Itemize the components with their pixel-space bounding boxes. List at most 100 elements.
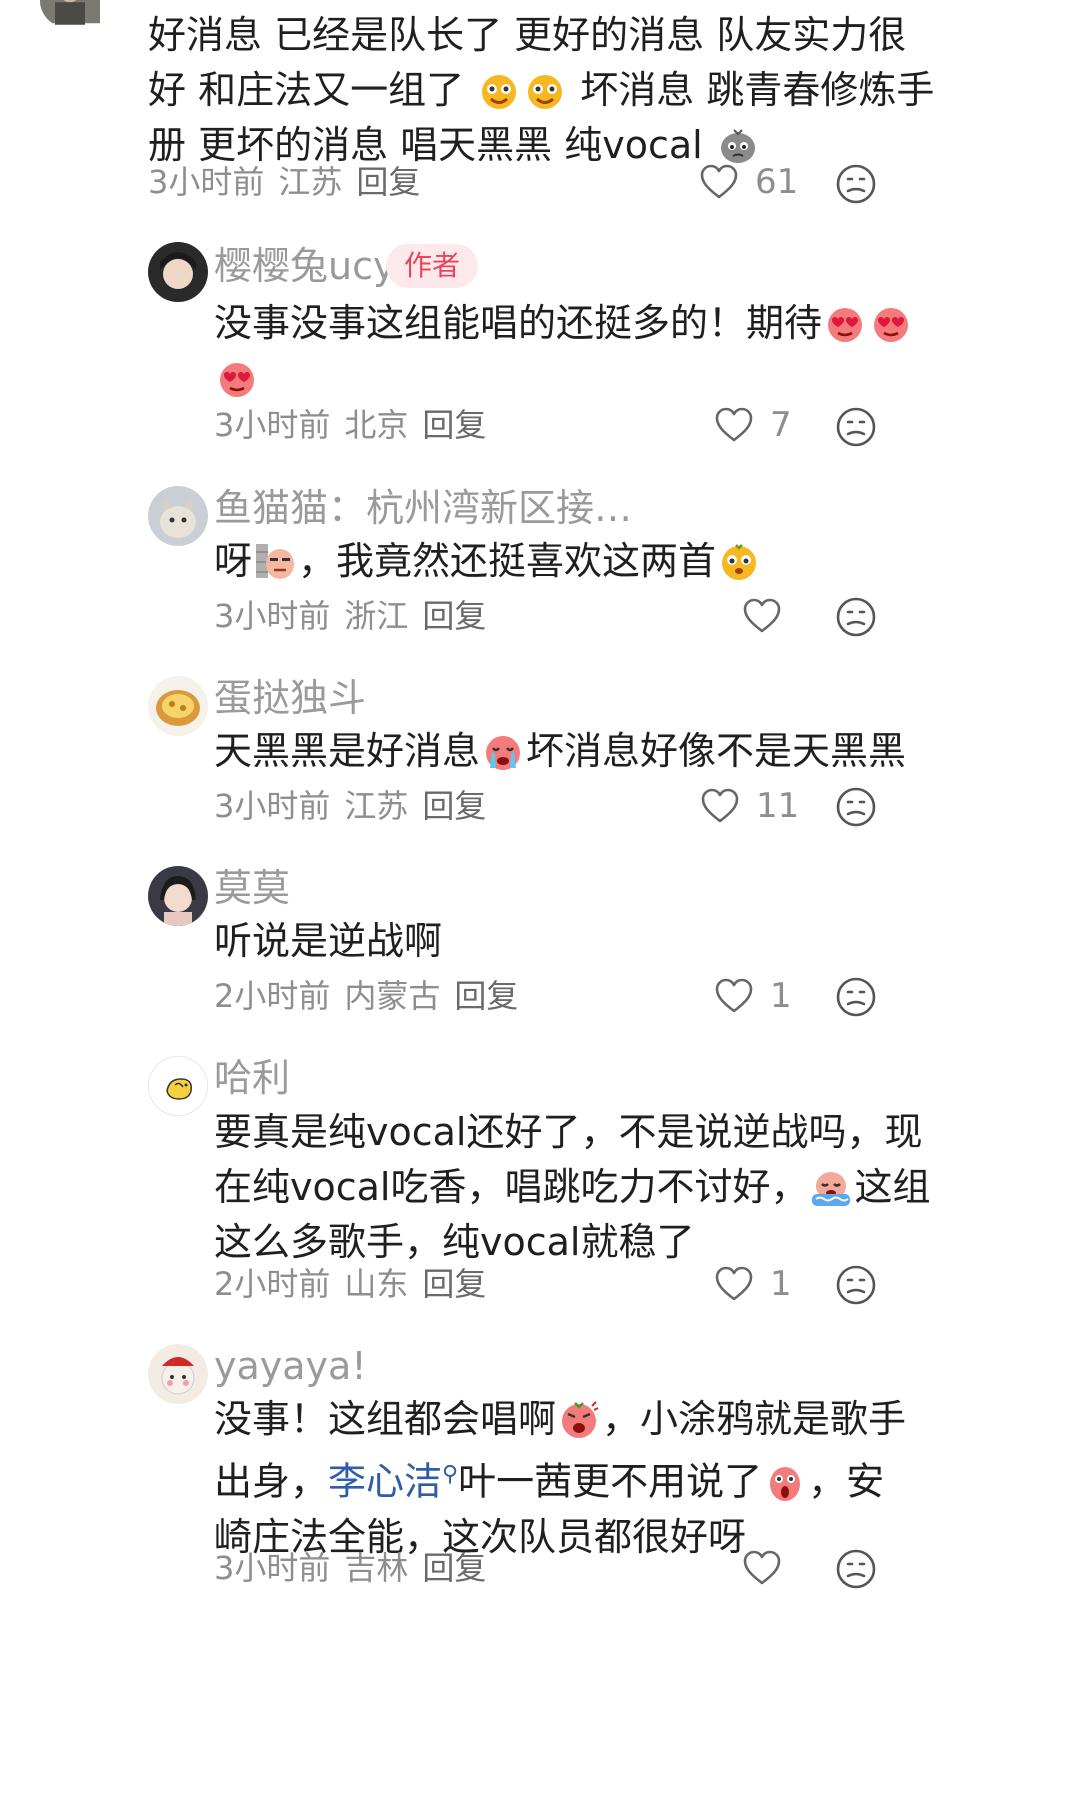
comment-text-segment: 没事没事这组能唱的还挺多的！期待 [214,301,823,345]
comment-text-segment: 坏消息好像不是天黑黑 [526,729,907,773]
dislike-button[interactable] [835,406,877,448]
comment-location: 内蒙古 [344,977,441,1015]
mention-link[interactable]: 李心洁 [328,1460,442,1504]
comment-time: 3小时前 [214,406,331,444]
search-icon[interactable]: ⚲ [442,1462,458,1487]
comment-text-segment: 天黑黑是好消息 [214,729,481,773]
comment-time: 3小时前 [214,597,331,635]
comment-text: 没事没事这组能唱的还挺多的！期待 [214,296,1014,406]
comment-text-segment: ，安 [808,1459,885,1504]
heart-icon [743,598,781,633]
comment-meta: 2小时前 山东 回复 [214,1264,486,1304]
reply-button[interactable]: 回复 [356,163,420,201]
reply-button[interactable]: 回复 [422,406,486,444]
like-count: 61 [755,162,799,202]
comment-text-segment: ，小涂鸦就是歌手 [602,1397,907,1441]
like-count: 1 [770,1264,792,1304]
username[interactable]: 蛋挞独斗 [214,676,366,720]
author-badge: 作者 [386,244,479,288]
comment-meta: 3小时前 江苏 回复 [148,162,420,202]
like-button[interactable]: 61 [697,160,798,204]
dislike-button[interactable] [835,163,877,205]
comment-text-segment: 没事！这组都会唱啊 [214,1397,557,1441]
username[interactable]: 莫莫 [214,866,290,910]
reply-button[interactable]: 回复 [422,597,486,635]
username[interactable]: yayaya! [214,1344,367,1388]
cry-laugh-emoji-icon [478,69,520,111]
peek-wall-emoji-icon [254,540,296,582]
comment-text: 天黑黑是好消息 坏消息好像不是天黑黑 [214,724,1074,779]
reply-button[interactable]: 回复 [422,1549,486,1587]
like-button[interactable]: 11 [698,784,799,828]
angry-shout-emoji-icon [558,1398,600,1440]
comment-location: 吉林 [344,1549,409,1587]
like-count: 11 [756,786,800,826]
comment-line: 好 和庄法又一组了 坏消息 跳青春修炼手 [148,63,1048,118]
comment-text-segment: 册 更坏的消息 唱天黑黑 纯vocal [148,123,703,167]
comment-line: 听说是逆战啊 [214,919,443,963]
like-button[interactable]: 1 [712,974,792,1018]
crying-river-emoji-icon [810,1166,852,1208]
frown-face-icon [836,1265,876,1305]
surprised-emoji-icon [718,540,760,582]
reply-button[interactable]: 回复 [422,1265,486,1303]
heart-eyes-emoji-icon [824,302,866,344]
comment-meta: 2小时前 内蒙古 回复 [214,976,518,1016]
comment-text-segment: 出身， [214,1459,329,1504]
username[interactable]: 鱼猫猫：杭州湾新区接… [214,486,632,530]
heart-icon [715,407,753,442]
comment-line: 要真是纯vocal还好了，不是说逆战吗，现 [214,1110,923,1154]
like-button[interactable] [740,1546,784,1590]
heart-eyes-emoji-icon [216,357,258,399]
dislike-button[interactable] [835,1264,877,1306]
comment-time: 3小时前 [148,163,265,201]
frown-face-icon [836,597,876,637]
reply-button[interactable]: 回复 [454,977,518,1015]
avatar[interactable] [148,866,208,926]
dislike-button[interactable] [835,1548,877,1590]
frown-face-icon [836,164,876,204]
comment-meta: 3小时前 北京 回复 [214,405,486,445]
avatar[interactable] [148,676,208,736]
avatar[interactable] [148,1056,208,1116]
comment-text-segment: ，我竟然还挺喜欢这两首 [298,539,717,583]
comment-line: 好消息 已经是队长了 更好的消息 队友实力很 [148,13,907,57]
comment-meta: 3小时前 吉林 回复 [214,1548,486,1588]
like-button[interactable]: 7 [712,403,792,447]
dislike-button[interactable] [835,976,877,1018]
comment-location: 山东 [344,1265,409,1303]
dislike-button[interactable] [835,786,877,828]
comment-line: 没事！这组都会唱啊 ，小涂鸦就是歌手 [214,1392,1074,1447]
avatar[interactable] [40,0,120,32]
comment-location: 浙江 [344,597,409,635]
comment-text: 要真是纯vocal还好了，不是说逆战吗，现 在纯vocal吃香，唱跳吃力不讨好，… [214,1105,1074,1270]
comment-line: 在纯vocal吃香，唱跳吃力不讨好， 这组 [214,1160,1074,1215]
dislike-button[interactable] [835,596,877,638]
avatar[interactable] [148,242,208,302]
like-count: 7 [770,405,792,445]
comment-text-segment: 叶一茜更不用说了 [458,1459,763,1504]
comment-text: 没事！这组都会唱啊 ，小涂鸦就是歌手 出身，李心洁⚲叶一茜更不用说了 ，安 崎庄法全… [214,1392,1074,1565]
username[interactable]: 哈利 [214,1056,290,1100]
like-button[interactable]: 1 [712,1262,792,1306]
shocked-emoji-icon [764,1461,806,1503]
frown-face-icon [836,407,876,447]
comment-line: 出身，李心洁⚲叶一茜更不用说了 ，安 [214,1447,1074,1510]
heart-icon [700,164,738,199]
comment-location: 江苏 [278,163,343,201]
comment-text-segment: 这组 [854,1165,931,1209]
avatar[interactable] [148,1344,208,1404]
like-button[interactable] [740,594,798,638]
comment-line: 这么多歌手，纯vocal就稳了 [214,1220,695,1264]
frown-face-icon [836,787,876,827]
username[interactable]: 樱樱兔ucy [214,244,395,288]
comment-time: 2小时前 [214,977,331,1015]
comment-time: 2小时前 [214,1265,331,1303]
heart-icon [715,1266,753,1301]
reply-button[interactable]: 回复 [422,787,486,825]
comment-line: 呀 ，我竟然还挺喜欢这两首 [214,534,1014,589]
comment-location: 北京 [344,406,409,444]
avatar[interactable] [148,486,208,546]
comment-time: 3小时前 [214,1549,331,1587]
heart-icon [715,978,753,1013]
